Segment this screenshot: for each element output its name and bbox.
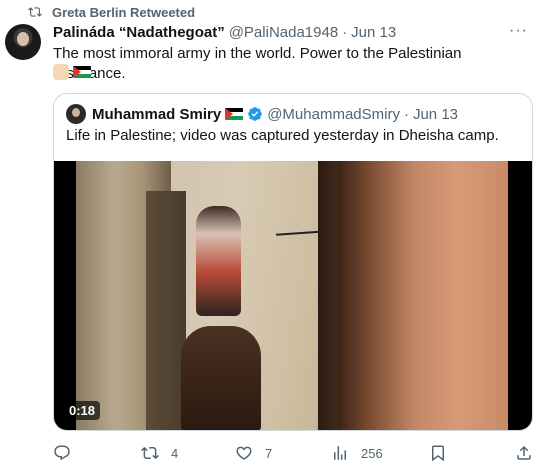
like-count: 7	[265, 445, 273, 461]
retweet-button[interactable]: 4	[141, 444, 178, 462]
tweet-date[interactable]: Jun 13	[351, 24, 396, 41]
retweet-icon	[141, 446, 159, 460]
reply-icon	[54, 445, 70, 461]
tweet-header: Palináda “Nadathegoat” @PaliNada1948 · J…	[53, 24, 396, 41]
bookmark-button[interactable]	[429, 444, 447, 462]
retweet-icon	[28, 7, 42, 17]
quoted-handle[interactable]: @MuhammadSmiry	[267, 106, 400, 123]
quoted-date[interactable]: Jun 13	[413, 106, 458, 123]
quoted-tweet[interactable]: Muhammad Smiry @MuhammadSmiry · Jun 13 L…	[53, 93, 533, 431]
display-name[interactable]: Palináda “Nadathegoat”	[53, 24, 225, 41]
emoji-row	[53, 64, 91, 80]
palestine-flag-emoji	[73, 66, 91, 78]
avatar[interactable]	[5, 24, 41, 60]
heart-icon	[236, 446, 252, 460]
views-count: 256	[361, 445, 383, 461]
handle[interactable]: @PaliNada1948	[229, 24, 338, 41]
share-button[interactable]	[515, 444, 533, 462]
palestine-flag-emoji	[225, 108, 244, 120]
separator: ·	[342, 24, 348, 41]
separator: ·	[403, 105, 409, 123]
bookmark-icon	[432, 445, 444, 462]
action-bar: 4 7 256	[53, 443, 533, 463]
retweet-count: 4	[171, 445, 179, 461]
retweet-label: Greta Berlin Retweeted	[52, 4, 196, 20]
raised-fist-emoji	[53, 64, 69, 80]
tweet-text: The most immoral army in the world. Powe…	[53, 45, 462, 82]
video-timecode: 0:18	[64, 401, 101, 420]
share-icon	[517, 445, 531, 460]
like-button[interactable]: 7	[235, 444, 272, 462]
quoted-header: Muhammad Smiry @MuhammadSmiry · Jun 13	[66, 104, 458, 124]
quoted-text: Life in Palestine; video was captured ye…	[66, 127, 499, 144]
views-icon	[334, 446, 346, 460]
video-frame	[76, 161, 508, 430]
reply-button[interactable]	[53, 444, 71, 462]
more-options-icon[interactable]: ···	[509, 22, 528, 40]
quoted-avatar[interactable]	[66, 104, 86, 124]
quoted-display-name[interactable]: Muhammad Smiry	[92, 106, 221, 123]
retweet-context[interactable]: Greta Berlin Retweeted	[28, 4, 195, 20]
views-button[interactable]: 256	[331, 444, 383, 462]
verified-badge-icon	[248, 107, 263, 121]
video-player[interactable]: 0:18	[54, 161, 532, 430]
